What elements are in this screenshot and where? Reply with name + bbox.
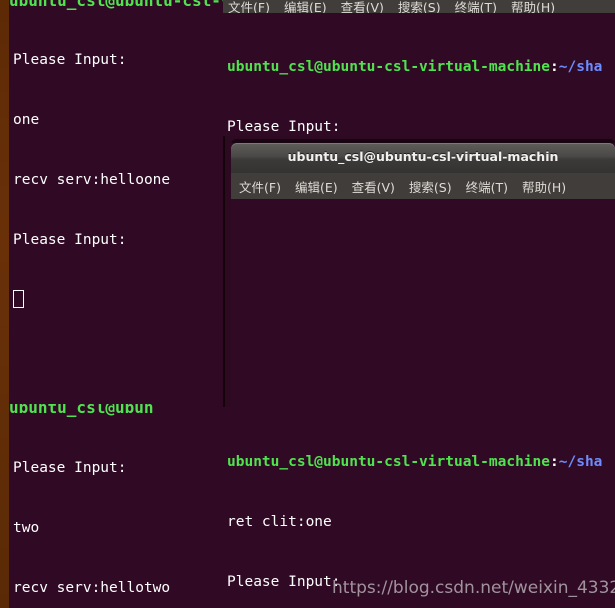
- menu-item-terminal[interactable]: 终端(T): [466, 177, 508, 196]
- prompt-path: ~/sha: [558, 454, 603, 470]
- terminal-prompt-line: ubuntu_csl@ubuntu-csl-virtual-machine:~/…: [227, 57, 613, 77]
- terminal-prompt-clipped: ubuntu_csl@ubuntu-csl-vir: [9, 0, 223, 10]
- menu-item-edit[interactable]: 编辑(E): [295, 177, 338, 196]
- titlebar-empty-terminal[interactable]: ubuntu_csl@ubuntu-csl-virtual-machin: [231, 143, 615, 173]
- prompt-colon: :: [550, 454, 559, 470]
- terminal-prompt-line: ubuntu_csl@ubuntu-csl-virtual-machine:~/…: [227, 452, 613, 472]
- menu-item-search[interactable]: 搜索(S): [398, 1, 441, 13]
- terminal-line: ret clit:one: [227, 514, 332, 530]
- menubar-client-three[interactable]: 文件(F) 编辑(E) 查看(V) 搜索(S) 终端(T) 帮助(H): [223, 0, 615, 13]
- terminal-screen-client-one[interactable]: Please Input: one recv serv:helloone Ple…: [9, 10, 223, 350]
- terminal-line: one: [13, 112, 40, 128]
- menu-item-file[interactable]: 文件(F): [228, 1, 270, 13]
- terminal-window-client-two[interactable]: ubuntu_csl@ubun Please Input: two recv s…: [9, 404, 223, 608]
- menu-item-help[interactable]: 帮助(H): [522, 177, 566, 196]
- clipped-prompt-row-client-one: ubuntu_csl@ubuntu-csl-vir: [9, 0, 223, 10]
- terminal-window-client-three[interactable]: 文件(F) 编辑(E) 查看(V) 搜索(S) 终端(T) 帮助(H) ubun…: [223, 0, 615, 136]
- terminal-line: Please Input:: [227, 119, 341, 135]
- terminal-line: recv serv:hellotwo: [13, 580, 171, 596]
- terminal-body-client-one[interactable]: ubuntu_csl@ubuntu-csl-vir Please Input: …: [9, 0, 223, 404]
- terminal-screen-client-three[interactable]: ubuntu_csl@ubuntu-csl-virtual-machine:~/…: [223, 13, 615, 136]
- watermark-text: https://blog.csdn.net/weixin_43326322: [332, 578, 615, 598]
- menu-item-search[interactable]: 搜索(S): [409, 177, 452, 196]
- menu-item-help[interactable]: 帮助(H): [511, 1, 555, 13]
- terminal-screen-client-two[interactable]: Please Input: two recv serv:hellotwo Ple…: [9, 418, 223, 608]
- menu-item-view[interactable]: 查看(V): [352, 177, 395, 196]
- desktop-left-strip: [0, 0, 9, 608]
- terminal-window-client-one[interactable]: ubuntu_csl@ubuntu-csl-vir Please Input: …: [9, 0, 223, 404]
- terminal-line: Please Input:: [13, 52, 127, 68]
- window-title: ubuntu_csl@ubuntu-csl-virtual-machin: [287, 149, 559, 164]
- clipped-prompt-row-client-two: ubuntu_csl@ubun: [9, 404, 223, 418]
- terminal-cursor: [13, 290, 24, 308]
- terminal-line: Please Input:: [13, 232, 127, 248]
- prompt-user-host: ubuntu_csl@ubuntu-csl-virtual-machine: [227, 59, 551, 75]
- menubar-empty-terminal[interactable]: 文件(F) 编辑(E) 查看(V) 搜索(S) 终端(T) 帮助(H): [231, 173, 615, 199]
- prompt-colon: :: [550, 59, 559, 75]
- terminal-line: recv serv:helloone: [13, 172, 171, 188]
- prompt-user-host: ubuntu_csl@ubuntu-csl-vir: [9, 0, 223, 10]
- prompt-user-host: ubuntu_csl@ubuntu-csl-virtual-machine: [227, 454, 551, 470]
- menu-item-file[interactable]: 文件(F): [239, 177, 281, 196]
- terminal-window-empty[interactable]: ubuntu_csl@ubuntu-csl-virtual-machin 文件(…: [231, 143, 615, 407]
- menu-item-terminal[interactable]: 终端(T): [455, 1, 497, 13]
- menu-item-edit[interactable]: 编辑(E): [284, 1, 327, 13]
- prompt-user-host: ubuntu_csl@ubun: [9, 404, 154, 417]
- menu-item-view[interactable]: 查看(V): [341, 1, 384, 13]
- terminal-line: Please Input:: [13, 460, 127, 476]
- prompt-path: ~/sha: [558, 59, 603, 75]
- terminal-body-client-two[interactable]: ubuntu_csl@ubun Please Input: two recv s…: [9, 404, 223, 608]
- terminal-cursor-line: [13, 290, 221, 310]
- terminal-prompt-clipped: ubuntu_csl@ubun: [9, 404, 223, 418]
- terminal-line: two: [13, 520, 40, 536]
